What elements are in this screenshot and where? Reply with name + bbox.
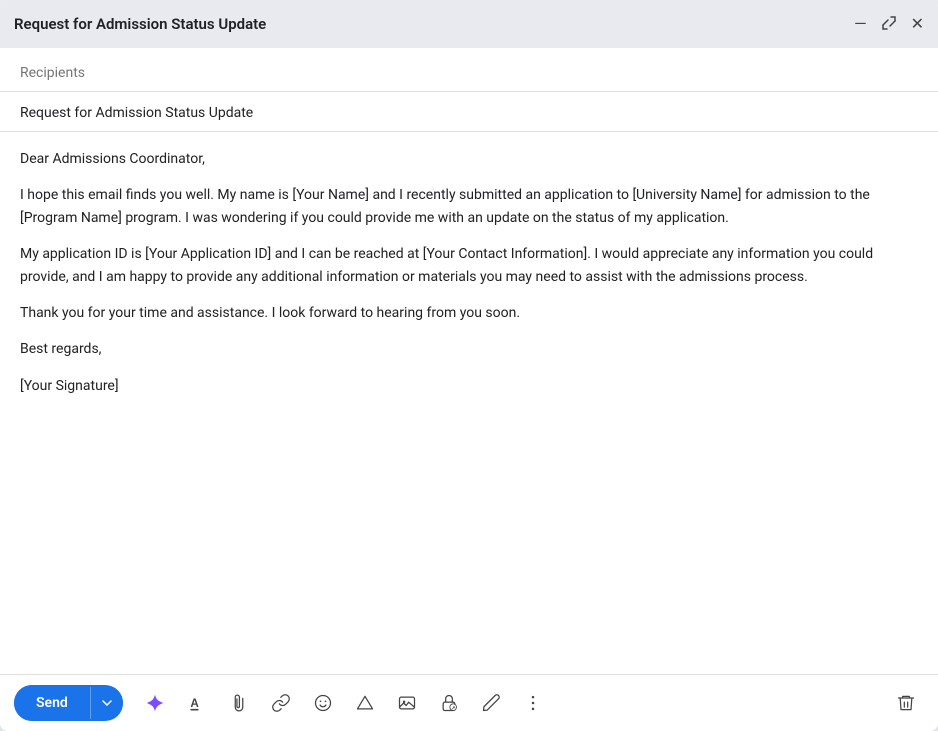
recipients-input[interactable] bbox=[20, 65, 918, 81]
image-icon[interactable] bbox=[389, 685, 425, 721]
close-button[interactable]: ✕ bbox=[911, 16, 924, 32]
minimize-button[interactable]: — bbox=[854, 16, 867, 32]
formatting-icon[interactable]: A bbox=[179, 685, 215, 721]
window-title: Request for Admission Status Update bbox=[14, 15, 266, 33]
send-dropdown-button[interactable] bbox=[90, 687, 123, 719]
send-button[interactable]: Send bbox=[14, 685, 90, 721]
lock-icon[interactable]: ↗ bbox=[431, 685, 467, 721]
send-button-group: Send bbox=[14, 685, 123, 721]
recipients-row bbox=[0, 48, 938, 92]
attachment-icon[interactable] bbox=[221, 685, 257, 721]
drive-icon[interactable] bbox=[347, 685, 383, 721]
signature-icon[interactable] bbox=[473, 685, 509, 721]
maximize-button[interactable] bbox=[881, 15, 897, 34]
compose-window: Request for Admission Status Update — ✕ … bbox=[0, 0, 938, 731]
svg-text:↗: ↗ bbox=[451, 706, 455, 712]
title-bar-controls: — ✕ bbox=[854, 15, 924, 34]
link-icon[interactable] bbox=[263, 685, 299, 721]
toolbar: Send A bbox=[0, 674, 938, 731]
body-area[interactable]: Dear Admissions Coordinator,I hope this … bbox=[0, 132, 938, 674]
ai-icon[interactable] bbox=[137, 685, 173, 721]
body-text[interactable]: Dear Admissions Coordinator,I hope this … bbox=[20, 148, 918, 397]
trash-icon[interactable] bbox=[888, 685, 924, 721]
subject-row bbox=[0, 92, 938, 132]
svg-text:A: A bbox=[190, 697, 199, 710]
emoji-icon[interactable] bbox=[305, 685, 341, 721]
title-bar: Request for Admission Status Update — ✕ bbox=[0, 0, 938, 48]
subject-input[interactable] bbox=[20, 105, 918, 121]
more-options-icon[interactable] bbox=[515, 685, 551, 721]
